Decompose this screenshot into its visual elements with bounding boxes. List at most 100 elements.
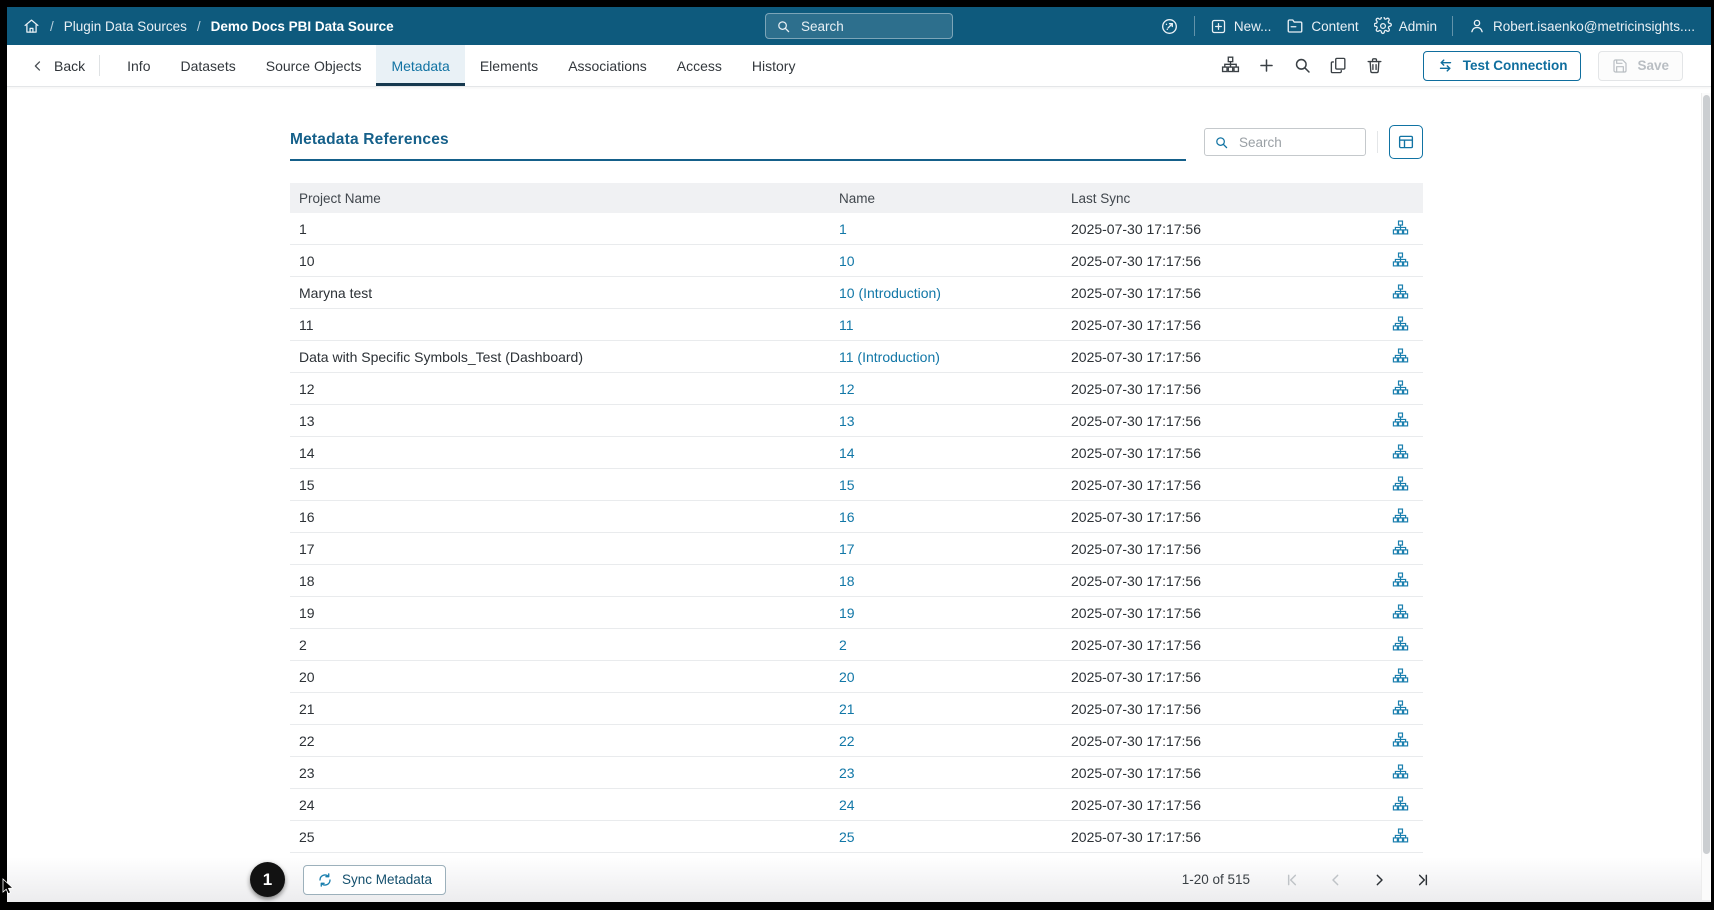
cell-name-link[interactable]: 2 [839, 637, 847, 653]
lineage-icon[interactable] [1392, 220, 1409, 237]
tab-metadata[interactable]: Metadata [376, 45, 464, 86]
cell-name-link[interactable]: 21 [839, 701, 855, 717]
cell-project-name: 20 [290, 669, 839, 685]
table-row: 12 12 2025-07-30 17:17:56 [290, 373, 1423, 405]
cell-name-link[interactable]: 24 [839, 797, 855, 813]
cell-last-sync: 2025-07-30 17:17:56 [1071, 701, 1377, 717]
cell-name-link[interactable]: 11 [839, 317, 854, 333]
lineage-icon[interactable] [1392, 636, 1409, 653]
lineage-icon[interactable] [1392, 348, 1409, 365]
breadcrumb-plugin-data-sources[interactable]: Plugin Data Sources [64, 19, 187, 34]
previous-page-icon[interactable] [1328, 872, 1344, 888]
lineage-icon[interactable] [1392, 764, 1409, 781]
cell-project-name: 22 [290, 733, 839, 749]
lineage-icon[interactable] [1392, 572, 1409, 589]
tab-elements[interactable]: Elements [465, 45, 553, 86]
user-menu-item[interactable]: Robert.isaenko@metricinsights.... [1468, 17, 1695, 35]
search-icon[interactable] [1293, 56, 1312, 75]
topbar-divider [1194, 16, 1195, 36]
global-search-input[interactable] [799, 18, 942, 35]
cell-name-link[interactable]: 1 [839, 221, 847, 237]
tab-history[interactable]: History [737, 45, 811, 86]
page-toolbar: Back InfoDatasetsSource ObjectsMetadataE… [7, 45, 1711, 87]
last-page-icon[interactable] [1414, 872, 1430, 888]
lineage-icon[interactable] [1392, 700, 1409, 717]
cell-name-link[interactable]: 10 (Introduction) [839, 285, 941, 301]
lineage-icon[interactable] [1392, 316, 1409, 333]
tab-info[interactable]: Info [112, 45, 165, 86]
column-header-last-sync: Last Sync [1071, 191, 1377, 206]
first-page-icon[interactable] [1285, 872, 1301, 888]
content-menu-item[interactable]: Content [1286, 17, 1358, 35]
new-menu-item[interactable]: New... [1210, 18, 1272, 35]
cell-project-name: Data with Specific Symbols_Test (Dashboa… [290, 349, 839, 365]
toolbar-divider [99, 55, 100, 76]
cell-name-link[interactable]: 12 [839, 381, 855, 397]
cell-last-sync: 2025-07-30 17:17:56 [1071, 605, 1377, 621]
table-row: Maryna test 10 (Introduction) 2025-07-30… [290, 277, 1423, 309]
lineage-icon[interactable] [1392, 732, 1409, 749]
cell-project-name: 14 [290, 445, 839, 461]
cell-name-link[interactable]: 17 [839, 541, 855, 557]
cell-last-sync: 2025-07-30 17:17:56 [1071, 573, 1377, 589]
cell-last-sync: 2025-07-30 17:17:56 [1071, 317, 1377, 333]
tab-associations[interactable]: Associations [553, 45, 662, 86]
table-row: 2 2 2025-07-30 17:17:56 [290, 629, 1423, 661]
cell-name-link[interactable]: 13 [839, 413, 855, 429]
lineage-icon[interactable] [1392, 412, 1409, 429]
back-button[interactable]: Back [31, 45, 97, 86]
test-connection-button[interactable]: Test Connection [1423, 51, 1582, 81]
lineage-icon[interactable] [1392, 444, 1409, 461]
lineage-icon[interactable] [1392, 828, 1409, 845]
cell-name-link[interactable]: 15 [839, 477, 855, 493]
lineage-icon[interactable] [1221, 56, 1240, 75]
lineage-icon[interactable] [1392, 508, 1409, 525]
sync-metadata-label: Sync Metadata [342, 872, 432, 887]
tab-datasets[interactable]: Datasets [165, 45, 250, 86]
delete-icon[interactable] [1365, 56, 1384, 75]
cell-name-link[interactable]: 14 [839, 445, 855, 461]
lineage-icon[interactable] [1392, 668, 1409, 685]
tab-access[interactable]: Access [662, 45, 737, 86]
cell-name-link[interactable]: 11 (Introduction) [839, 349, 940, 365]
cell-name-link[interactable]: 16 [839, 509, 855, 525]
lineage-icon[interactable] [1392, 604, 1409, 621]
cell-name-link[interactable]: 23 [839, 765, 855, 781]
lineage-icon[interactable] [1392, 252, 1409, 269]
cell-project-name: 25 [290, 829, 839, 845]
refresh-icon [317, 872, 333, 888]
table-search-input[interactable] [1237, 134, 1356, 151]
copy-icon[interactable] [1329, 56, 1348, 75]
cell-project-name: 18 [290, 573, 839, 589]
tab-source-objects[interactable]: Source Objects [251, 45, 377, 86]
cell-name-link[interactable]: 25 [839, 829, 855, 845]
save-button[interactable]: Save [1598, 51, 1683, 81]
cell-project-name: 16 [290, 509, 839, 525]
cell-project-name: 13 [290, 413, 839, 429]
explore-icon[interactable] [1160, 17, 1179, 36]
cell-project-name: 11 [290, 317, 839, 333]
lineage-icon[interactable] [1392, 380, 1409, 397]
vertical-scrollbar[interactable] [1701, 93, 1711, 900]
cell-name-link[interactable]: 19 [839, 605, 855, 621]
sync-metadata-button[interactable]: Sync Metadata [303, 865, 446, 895]
column-settings-button[interactable] [1389, 125, 1423, 159]
cell-name-link[interactable]: 20 [839, 669, 855, 685]
lineage-icon[interactable] [1392, 284, 1409, 301]
cell-name-link[interactable]: 10 [839, 253, 855, 269]
table-search-box[interactable] [1204, 128, 1366, 156]
add-icon[interactable] [1257, 56, 1276, 75]
next-page-icon[interactable] [1371, 872, 1387, 888]
lineage-icon[interactable] [1392, 796, 1409, 813]
cell-name-link[interactable]: 22 [839, 733, 855, 749]
admin-menu-item[interactable]: Admin [1374, 17, 1437, 35]
lineage-icon[interactable] [1392, 476, 1409, 493]
table-row: 11 11 2025-07-30 17:17:56 [290, 309, 1423, 341]
lineage-icon[interactable] [1392, 540, 1409, 557]
table-row: 23 23 2025-07-30 17:17:56 [290, 757, 1423, 789]
cell-name-link[interactable]: 18 [839, 573, 855, 589]
home-icon[interactable] [23, 18, 40, 35]
global-search-box[interactable] [765, 13, 953, 39]
scrollbar-thumb[interactable] [1703, 95, 1710, 854]
mouse-cursor [2, 878, 15, 900]
